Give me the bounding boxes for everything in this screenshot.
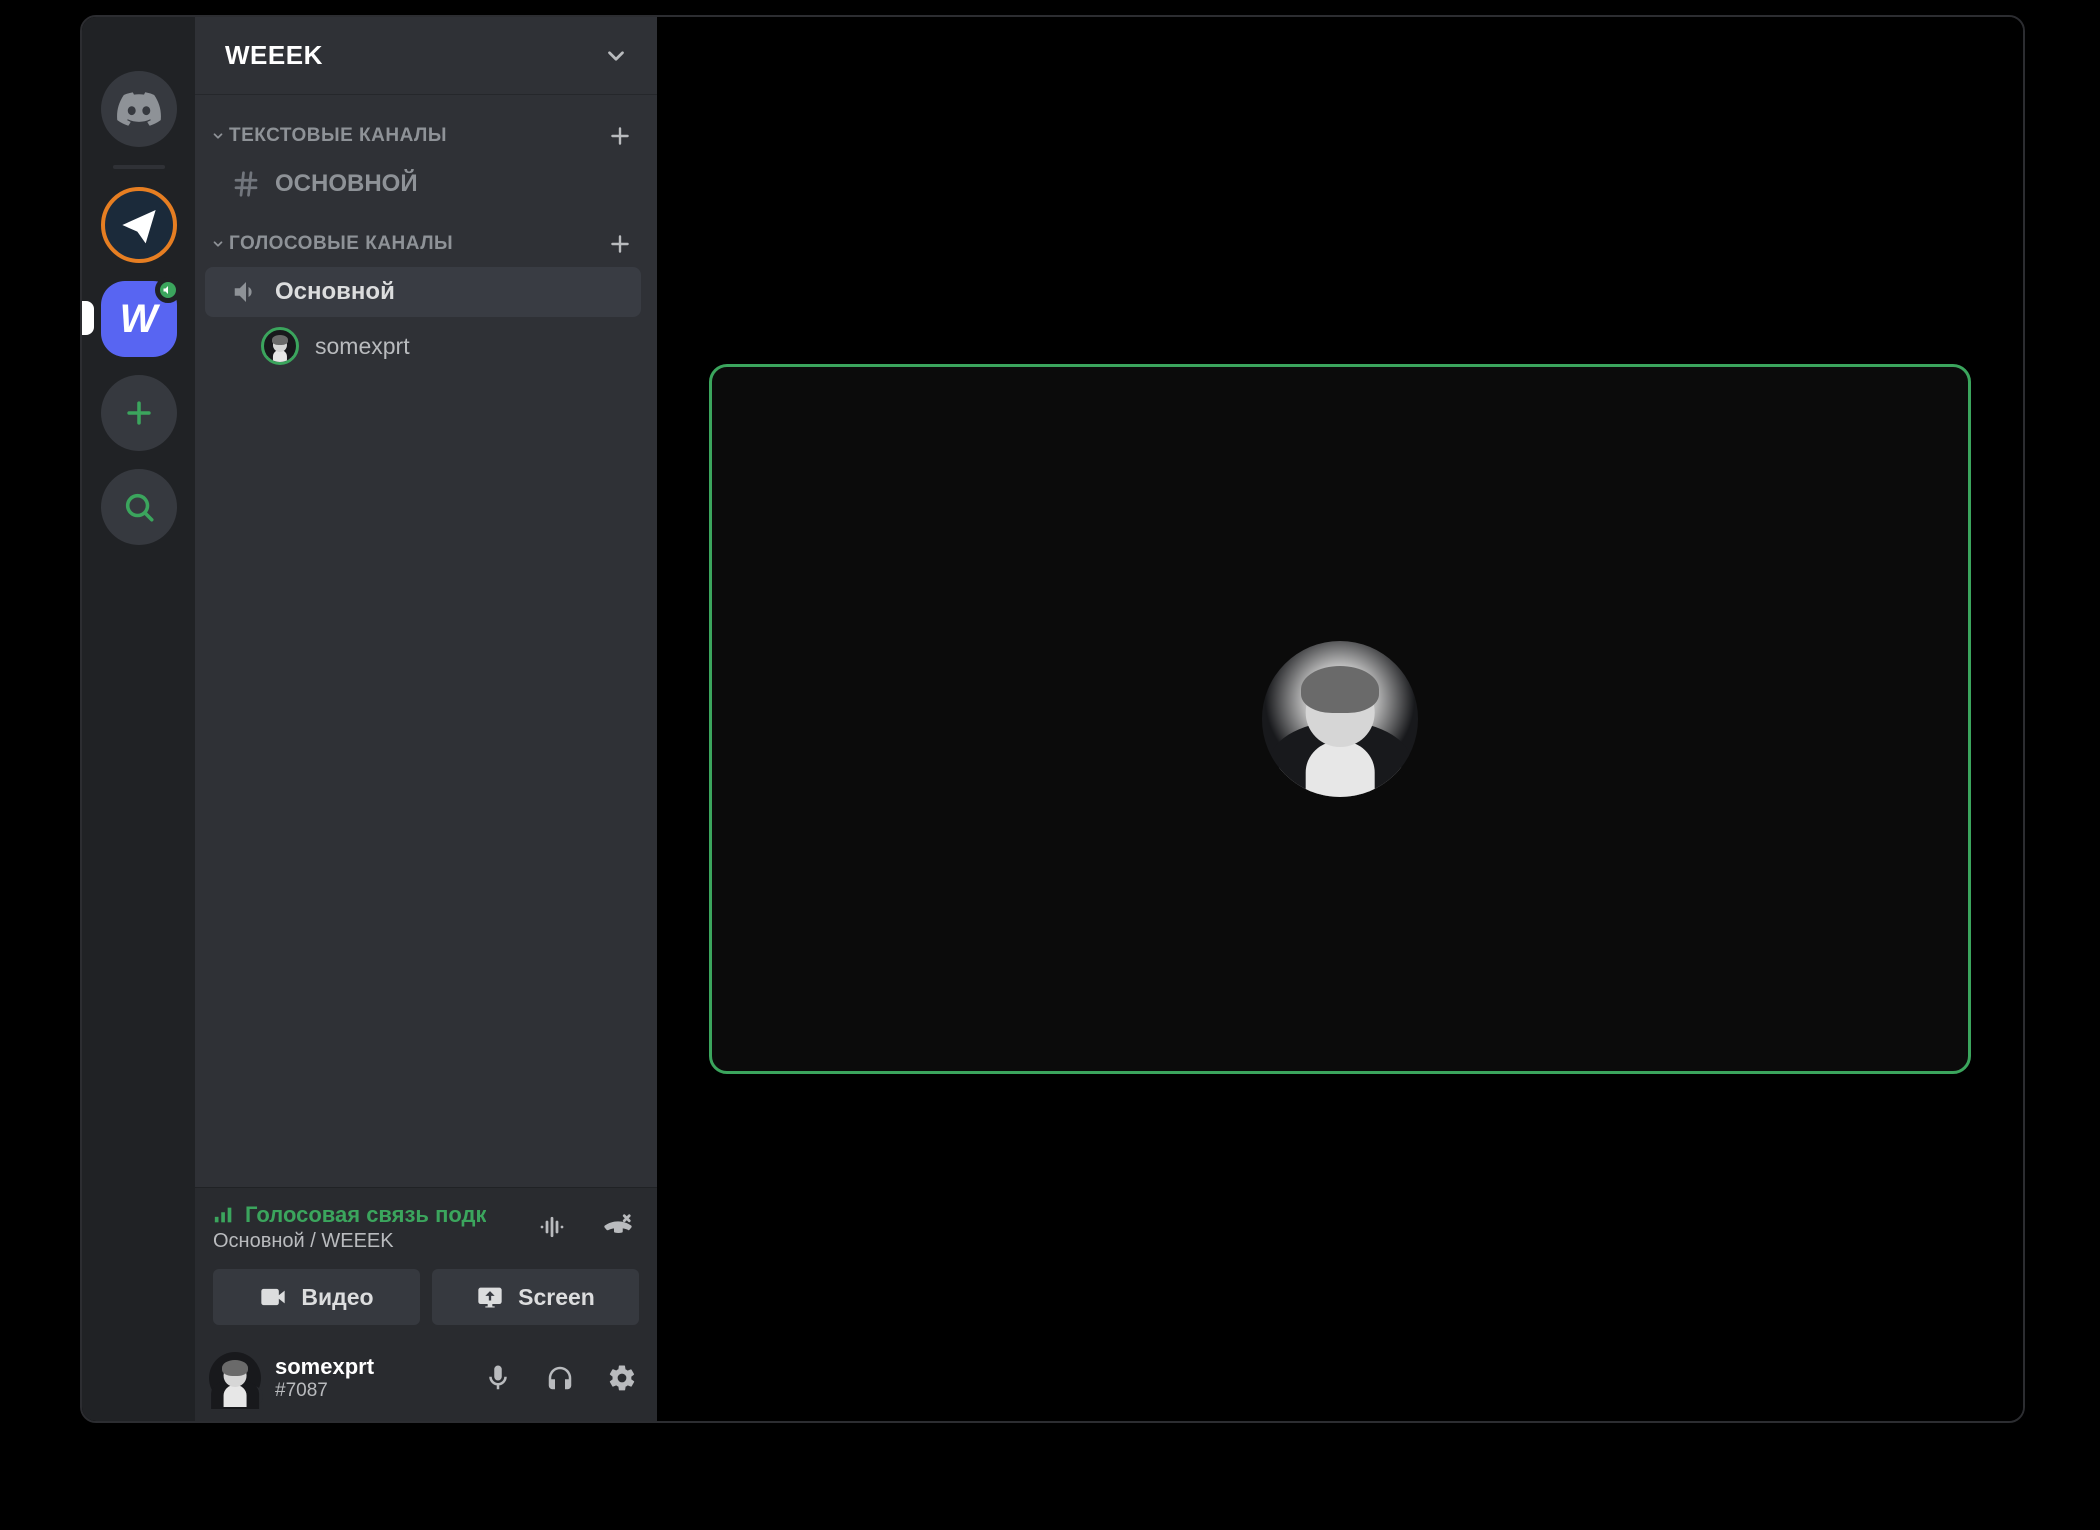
server-rail: W bbox=[82, 17, 195, 1421]
app-window: W WEEEK bbox=[80, 15, 2025, 1423]
disconnect-button[interactable] bbox=[597, 1206, 639, 1248]
category-text[interactable]: ТЕКСТОВЫЕ КАНАЛЫ bbox=[195, 103, 651, 157]
self-tag: #7087 bbox=[275, 1380, 374, 1402]
deafen-button[interactable] bbox=[539, 1357, 581, 1399]
server-icon-t[interactable] bbox=[101, 187, 177, 263]
discord-home-button[interactable] bbox=[101, 71, 177, 147]
add-channel-button[interactable] bbox=[607, 123, 633, 149]
hash-icon bbox=[231, 169, 261, 199]
active-server-pill bbox=[82, 301, 94, 335]
screen-share-icon bbox=[476, 1283, 504, 1311]
signal-icon bbox=[213, 1204, 235, 1226]
compass-icon bbox=[122, 490, 156, 524]
participant-avatar bbox=[1262, 641, 1418, 797]
noise-suppression-button[interactable] bbox=[531, 1206, 573, 1248]
server-icon-weeek[interactable]: W bbox=[101, 281, 177, 357]
chevron-down-icon bbox=[211, 129, 225, 143]
microphone-icon bbox=[483, 1363, 513, 1393]
channel-name: основной bbox=[275, 170, 418, 198]
add-server-button[interactable] bbox=[101, 375, 177, 451]
user-avatar-small bbox=[261, 327, 299, 365]
channel-sidebar: WEEEK ТЕКСТОВЫЕ КАНАЛЫ bbox=[195, 17, 657, 1421]
explore-servers-button[interactable] bbox=[101, 469, 177, 545]
paper-plane-icon bbox=[119, 205, 159, 245]
voice-stage bbox=[657, 17, 2023, 1421]
voice-connection-panel: Голосовая связь подк Основной / WEEEK bbox=[195, 1187, 657, 1335]
add-channel-button[interactable] bbox=[607, 231, 633, 257]
chevron-down-icon bbox=[603, 43, 629, 69]
voice-user-name: somexprt bbox=[315, 333, 410, 360]
channel-list: ТЕКСТОВЫЕ КАНАЛЫ основной bbox=[195, 95, 657, 1187]
phone-hangup-icon bbox=[603, 1212, 633, 1242]
app-layout: W WEEEK bbox=[82, 17, 2023, 1421]
category-label: ТЕКСТОВЫЕ КАНАЛЫ bbox=[229, 125, 447, 147]
headphones-icon bbox=[545, 1363, 575, 1393]
text-channel-item[interactable]: основной bbox=[205, 159, 641, 209]
plus-icon bbox=[122, 396, 156, 430]
user-footer: somexprt #7087 bbox=[195, 1335, 657, 1421]
voice-channel-item[interactable]: Основной bbox=[205, 267, 641, 317]
rail-separator bbox=[113, 165, 165, 169]
discord-icon bbox=[117, 92, 161, 126]
screen-share-button[interactable]: Screen bbox=[432, 1269, 639, 1325]
video-button[interactable]: Видео bbox=[213, 1269, 420, 1325]
self-username: somexprt bbox=[275, 1354, 374, 1380]
soundwave-icon bbox=[537, 1212, 567, 1242]
mute-button[interactable] bbox=[477, 1357, 519, 1399]
chevron-down-icon bbox=[211, 237, 225, 251]
server-header[interactable]: WEEEK bbox=[195, 17, 657, 95]
speaker-icon bbox=[231, 277, 261, 307]
connection-status[interactable]: Голосовая связь подк bbox=[213, 1202, 486, 1228]
video-icon bbox=[259, 1283, 287, 1311]
self-avatar[interactable] bbox=[209, 1352, 261, 1404]
server-letter: W bbox=[120, 297, 158, 342]
category-label: ГОЛОСОВЫЕ КАНАЛЫ bbox=[229, 233, 453, 255]
user-settings-button[interactable] bbox=[601, 1357, 643, 1399]
gear-icon bbox=[607, 1363, 637, 1393]
connection-location: Основной / WEEEK bbox=[213, 1230, 486, 1253]
speaker-small-icon bbox=[162, 284, 174, 296]
voice-activity-badge bbox=[155, 277, 181, 303]
category-voice[interactable]: ГОЛОСОВЫЕ КАНАЛЫ bbox=[195, 211, 651, 265]
channel-name: Основной bbox=[275, 278, 395, 306]
voice-user-item[interactable]: somexprt bbox=[195, 319, 651, 373]
participant-tile[interactable] bbox=[709, 364, 1971, 1074]
server-name: WEEEK bbox=[225, 40, 323, 71]
